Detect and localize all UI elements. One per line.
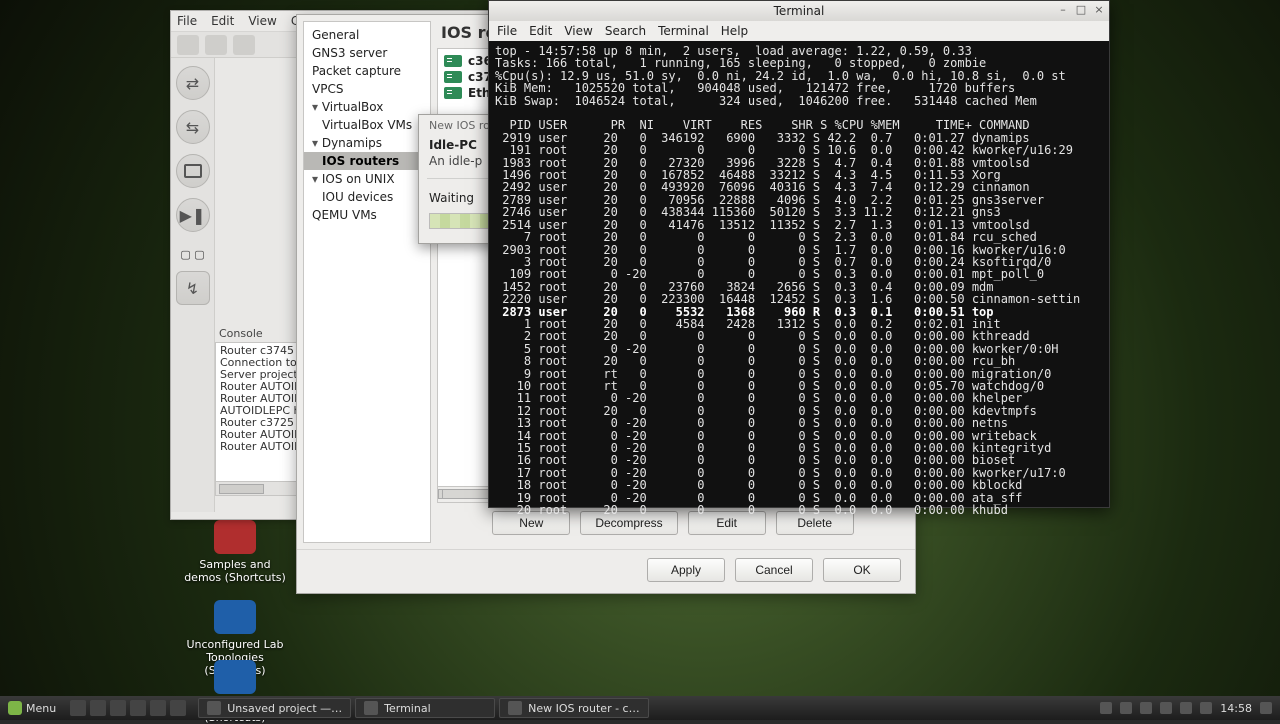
toolbar-icon[interactable] bbox=[205, 35, 227, 55]
tray-icon[interactable] bbox=[1140, 702, 1152, 714]
dock-link-icon[interactable]: ↯ bbox=[176, 271, 210, 305]
menu-item[interactable]: Help bbox=[721, 24, 748, 38]
device-dock: ⇄ ⇆ ▶❚ ▢ ▢ ↯ bbox=[171, 58, 215, 512]
tray-icon[interactable] bbox=[1120, 702, 1132, 714]
tree-item[interactable]: VPCS bbox=[304, 80, 430, 98]
menu-item[interactable]: View bbox=[248, 14, 276, 28]
menu-item[interactable]: View bbox=[564, 24, 592, 38]
taskbar-task[interactable]: Terminal bbox=[355, 698, 495, 718]
terminal-window: Terminal – □ × File Edit View Search Termina… bbox=[488, 0, 1110, 508]
tray-icon[interactable] bbox=[1200, 702, 1212, 714]
maximize-icon[interactable]: □ bbox=[1075, 4, 1087, 16]
taskbar-task[interactable]: New IOS router - c… bbox=[499, 698, 648, 718]
tree-item[interactable]: Dynamips bbox=[304, 134, 430, 152]
menu-item[interactable]: Edit bbox=[211, 14, 234, 28]
menu-label: Menu bbox=[26, 702, 56, 715]
terminal-titlebar[interactable]: Terminal – □ × bbox=[489, 1, 1109, 21]
tree-item[interactable]: VirtualBox VMs bbox=[304, 116, 430, 134]
ok-button[interactable]: OK bbox=[823, 558, 901, 582]
menu-item[interactable]: Terminal bbox=[658, 24, 709, 38]
ql-icon[interactable] bbox=[70, 700, 86, 716]
taskbar: Menu Unsaved project —…TerminalNew IOS r… bbox=[0, 696, 1280, 720]
ql-icon[interactable] bbox=[110, 700, 126, 716]
terminal-title: Terminal bbox=[774, 4, 825, 18]
mint-icon bbox=[8, 701, 22, 715]
start-menu-button[interactable]: Menu bbox=[0, 696, 64, 720]
tray-icon[interactable] bbox=[1180, 702, 1192, 714]
dock-routers-icon[interactable]: ⇄ bbox=[176, 66, 210, 100]
tree-item[interactable]: QEMU VMs bbox=[304, 206, 430, 224]
task-icon bbox=[508, 701, 522, 715]
taskbar-task[interactable]: Unsaved project —… bbox=[198, 698, 351, 718]
terminal-menubar: File Edit View Search Terminal Help bbox=[489, 21, 1109, 41]
dock-hosts-icon[interactable] bbox=[176, 154, 210, 188]
system-tray: 14:58 bbox=[1092, 702, 1280, 715]
dock-switches-icon[interactable]: ⇆ bbox=[176, 110, 210, 144]
tree-item[interactable]: IOS routers bbox=[304, 152, 430, 170]
terminal-output[interactable]: top - 14:57:58 up 8 min, 2 users, load a… bbox=[489, 41, 1109, 520]
tray-icon[interactable] bbox=[1160, 702, 1172, 714]
toolbar-icon[interactable] bbox=[233, 35, 255, 55]
close-icon[interactable]: × bbox=[1093, 4, 1105, 16]
tree-item[interactable]: VirtualBox bbox=[304, 98, 430, 116]
menu-item[interactable]: File bbox=[497, 24, 517, 38]
menu-item[interactable]: Search bbox=[605, 24, 646, 38]
switch-icon bbox=[444, 87, 462, 99]
tree-item[interactable]: IOU devices bbox=[304, 188, 430, 206]
ql-icon[interactable] bbox=[130, 700, 146, 716]
menu-item[interactable]: File bbox=[177, 14, 197, 28]
tree-item[interactable]: General bbox=[304, 26, 430, 44]
tree-item[interactable]: Packet capture bbox=[304, 62, 430, 80]
cancel-button[interactable]: Cancel bbox=[735, 558, 813, 582]
router-icon bbox=[444, 55, 462, 67]
tray-icon[interactable] bbox=[1100, 702, 1112, 714]
quick-launch bbox=[64, 700, 192, 716]
ql-icon[interactable] bbox=[150, 700, 166, 716]
prefs-tree[interactable]: GeneralGNS3 serverPacket captureVPCSVirt… bbox=[303, 21, 431, 543]
desktop-shortcut[interactable]: Samples and demos (Shortcuts) bbox=[175, 520, 295, 584]
task-icon bbox=[364, 701, 378, 715]
clock[interactable]: 14:58 bbox=[1220, 702, 1252, 715]
menu-item[interactable]: Edit bbox=[529, 24, 552, 38]
tree-item[interactable]: IOS on UNIX bbox=[304, 170, 430, 188]
ql-icon[interactable] bbox=[170, 700, 186, 716]
tray-icon[interactable] bbox=[1260, 702, 1272, 714]
task-icon bbox=[207, 701, 221, 715]
tree-item[interactable]: GNS3 server bbox=[304, 44, 430, 62]
ql-icon[interactable] bbox=[90, 700, 106, 716]
apply-button[interactable]: Apply bbox=[647, 558, 725, 582]
minimize-icon[interactable]: – bbox=[1057, 4, 1069, 16]
toolbar-icon[interactable] bbox=[177, 35, 199, 55]
router-icon bbox=[444, 71, 462, 83]
dock-play-icon[interactable]: ▶❚ bbox=[176, 198, 210, 232]
